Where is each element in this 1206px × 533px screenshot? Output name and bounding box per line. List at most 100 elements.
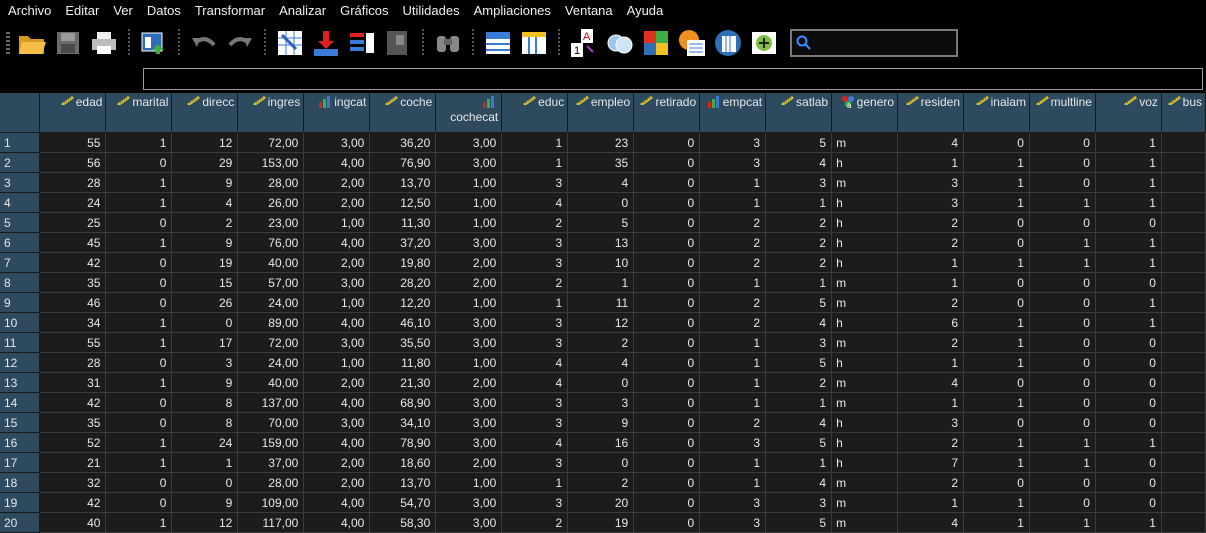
data-cell[interactable]: 109,00 [237, 492, 305, 513]
data-cell[interactable]: 3 [501, 452, 569, 473]
spelling-colors-icon[interactable] [640, 27, 672, 59]
insert-variable-icon[interactable] [518, 27, 550, 59]
data-cell[interactable]: 9 [171, 492, 239, 513]
data-cell[interactable]: 15 [171, 272, 239, 293]
data-cell[interactable]: 0 [633, 472, 701, 493]
data-cell[interactable]: 1,00 [435, 472, 503, 493]
data-cell[interactable] [1161, 332, 1206, 353]
data-cell[interactable]: 35 [39, 412, 107, 433]
data-cell[interactable]: 13 [567, 232, 635, 253]
data-cell[interactable]: 0 [105, 392, 173, 413]
data-cell[interactable] [1161, 472, 1206, 493]
data-cell[interactable]: 1,00 [435, 292, 503, 313]
data-cell[interactable]: 40,00 [237, 252, 305, 273]
data-cell[interactable]: 3,00 [435, 432, 503, 453]
data-cell[interactable] [1161, 212, 1206, 233]
row-number[interactable]: 19 [0, 492, 41, 513]
data-cell[interactable]: 9 [171, 232, 239, 253]
data-cell[interactable]: 137,00 [237, 392, 305, 413]
data-cell[interactable]: 0 [633, 332, 701, 353]
cell-value-field[interactable] [143, 68, 1203, 90]
data-cell[interactable]: 3 [501, 492, 569, 513]
data-cell[interactable]: 55 [39, 332, 107, 353]
data-cell[interactable]: 0 [1029, 472, 1096, 493]
data-cell[interactable]: 153,00 [237, 152, 305, 173]
data-cell[interactable]: 3 [897, 412, 965, 433]
data-cell[interactable] [1161, 252, 1206, 273]
data-cell[interactable]: 0 [1029, 492, 1096, 513]
data-cell[interactable]: 2,00 [435, 372, 503, 393]
data-cell[interactable]: 0 [633, 312, 701, 333]
data-cell[interactable]: 1 [501, 132, 569, 153]
data-cell[interactable]: 1 [1029, 252, 1096, 273]
row-number[interactable]: 8 [0, 272, 41, 293]
data-cell[interactable]: 1 [1029, 452, 1096, 473]
data-cell[interactable]: 1 [699, 372, 767, 393]
data-cell[interactable] [1161, 312, 1206, 333]
data-cell[interactable]: 19,80 [369, 252, 437, 273]
data-cell[interactable]: 35 [567, 152, 635, 173]
data-cell[interactable]: h [831, 252, 899, 273]
data-cell[interactable]: 3 [501, 172, 569, 193]
row-number[interactable]: 13 [0, 372, 41, 393]
data-cell[interactable]: 0 [105, 252, 173, 273]
menu-ver[interactable]: Ver [106, 3, 140, 18]
data-cell[interactable]: 28,00 [237, 172, 305, 193]
data-cell[interactable]: 1 [699, 452, 767, 473]
data-cell[interactable]: 1 [105, 312, 173, 333]
data-cell[interactable]: 46,10 [369, 312, 437, 333]
data-cell[interactable]: 0 [633, 432, 701, 453]
column-header-retirado[interactable]: retirado [633, 93, 701, 133]
data-cell[interactable]: 3 [699, 132, 767, 153]
data-cell[interactable]: 0 [633, 392, 701, 413]
data-cell[interactable]: 8 [171, 392, 239, 413]
data-cell[interactable]: 2 [699, 412, 767, 433]
data-cell[interactable]: 16 [567, 432, 635, 453]
menu-utilidades[interactable]: Utilidades [396, 3, 467, 18]
menu-ayuda[interactable]: Ayuda [620, 3, 671, 18]
data-cell[interactable]: 0 [171, 472, 239, 493]
data-cell[interactable]: 2,00 [303, 452, 371, 473]
data-cell[interactable]: 0 [633, 352, 701, 373]
go-to-variable-icon[interactable] [310, 27, 342, 59]
data-cell[interactable]: 2,00 [303, 192, 371, 213]
column-header-voz[interactable]: voz [1095, 93, 1162, 133]
row-number[interactable]: 12 [0, 352, 41, 373]
data-cell[interactable]: 0 [105, 152, 173, 173]
data-cell[interactable]: 24,00 [237, 352, 305, 373]
data-cell[interactable]: h [831, 152, 899, 173]
data-cell[interactable]: 0 [1095, 372, 1162, 393]
data-cell[interactable]: 2 [897, 292, 965, 313]
data-cell[interactable]: 3 [699, 432, 767, 453]
row-number[interactable]: 18 [0, 472, 41, 493]
data-view-icon[interactable] [712, 27, 744, 59]
data-cell[interactable]: 4 [897, 132, 965, 153]
data-cell[interactable]: 5 [765, 432, 833, 453]
column-header-edad[interactable]: edad [39, 93, 107, 133]
data-cell[interactable]: 1 [1095, 132, 1162, 153]
data-cell[interactable]: 0 [633, 192, 701, 213]
data-cell[interactable]: 4,00 [303, 152, 371, 173]
data-cell[interactable]: 0 [633, 292, 701, 313]
data-cell[interactable]: 45 [39, 232, 107, 253]
data-cell[interactable]: 2 [897, 232, 965, 253]
data-cell[interactable]: 1 [1029, 232, 1096, 253]
data-cell[interactable]: 0 [1029, 372, 1096, 393]
data-cell[interactable]: 0 [1095, 472, 1162, 493]
data-cell[interactable]: 4 [171, 192, 239, 213]
data-cell[interactable]: 0 [633, 152, 701, 173]
variables-icon[interactable] [346, 27, 378, 59]
data-cell[interactable]: 1 [1095, 192, 1162, 213]
data-cell[interactable]: 12,20 [369, 292, 437, 313]
data-cell[interactable]: 1 [699, 392, 767, 413]
data-cell[interactable]: 54,70 [369, 492, 437, 513]
data-cell[interactable]: 68,90 [369, 392, 437, 413]
data-cell[interactable]: 0 [633, 132, 701, 153]
data-cell[interactable]: 5 [765, 292, 833, 313]
data-cell[interactable]: 1 [765, 452, 833, 473]
column-header-empcat[interactable]: empcat [699, 93, 767, 133]
row-number[interactable]: 6 [0, 232, 41, 253]
redo-icon[interactable] [224, 27, 256, 59]
data-cell[interactable]: 4,00 [303, 232, 371, 253]
data-cell[interactable] [1161, 172, 1206, 193]
